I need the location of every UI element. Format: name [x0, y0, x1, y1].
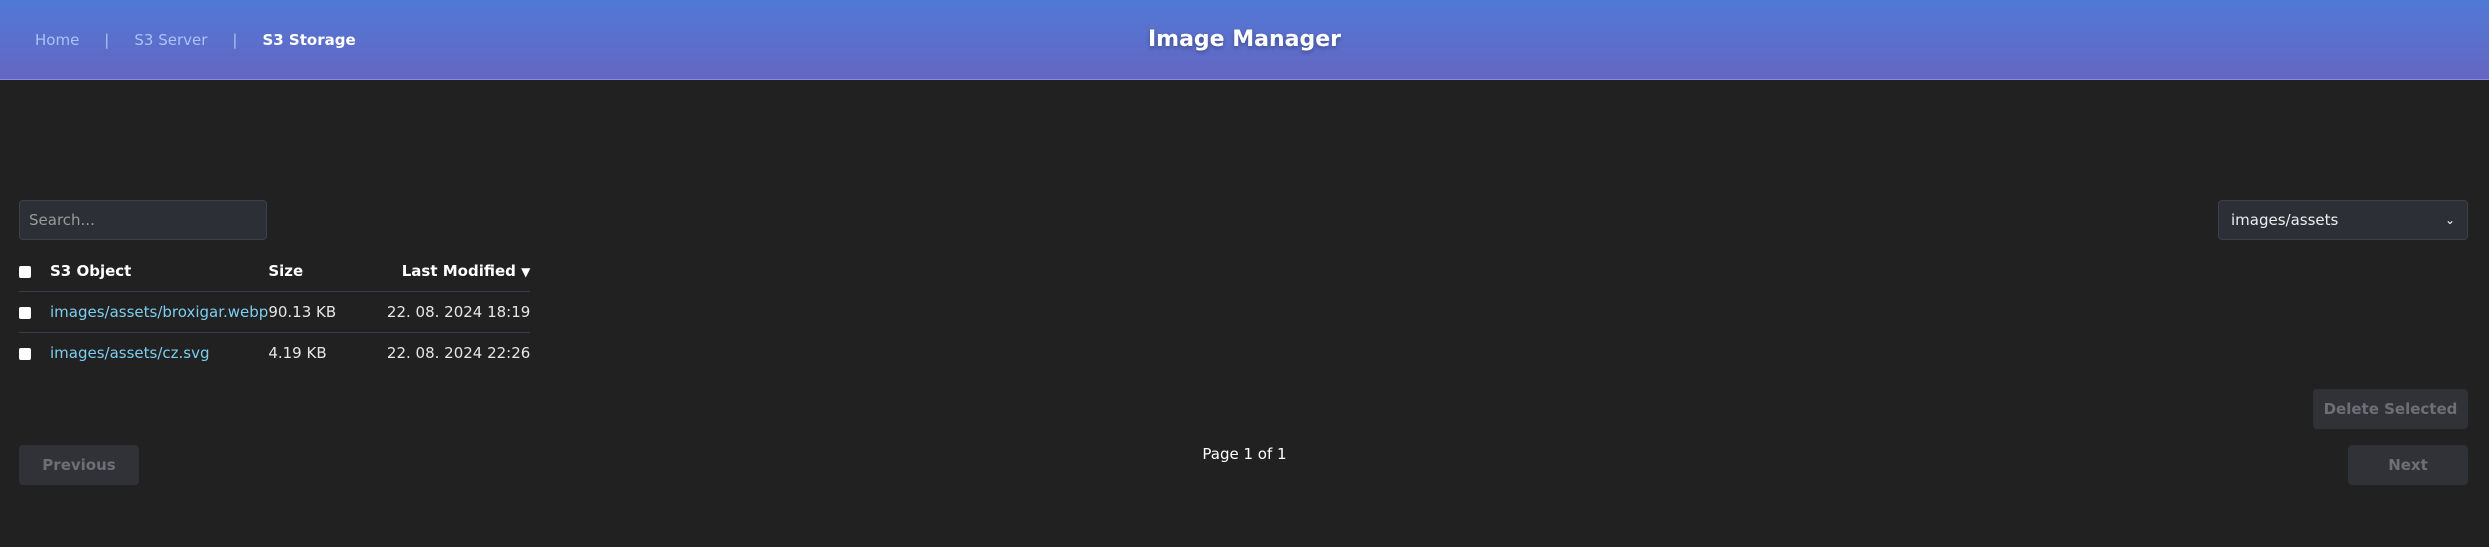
row-checkbox[interactable] — [19, 306, 31, 319]
next-button[interactable]: Next — [2348, 445, 2468, 485]
page-title: Image Manager — [1147, 27, 1342, 52]
select-all-checkbox[interactable] — [19, 265, 31, 278]
column-size[interactable]: Size — [268, 251, 365, 292]
object-link[interactable]: images/assets/cz.svg — [50, 344, 210, 362]
search-input[interactable] — [19, 200, 267, 240]
column-last-modified[interactable]: Last Modified ▼ — [365, 251, 531, 292]
object-modified: 22. 08. 2024 18:19 — [365, 291, 531, 333]
delete-selected-button[interactable]: Delete Selected — [2313, 389, 2468, 429]
column-last-modified-label: Last Modified — [401, 262, 516, 280]
folder-select[interactable]: images/assets ⌄ — [2218, 200, 2468, 240]
object-modified: 22. 08. 2024 22:26 — [365, 332, 531, 373]
page-status: Page 1 of 1 — [1202, 445, 1287, 463]
row-checkbox[interactable] — [19, 347, 31, 360]
sort-desc-icon: ▼ — [521, 265, 531, 279]
object-link[interactable]: images/assets/broxigar.webp — [50, 303, 268, 321]
table-row: images/assets/broxigar.webp 90.13 KB 22.… — [19, 291, 531, 333]
object-size: 4.19 KB — [268, 332, 366, 373]
folder-select-value: images/assets — [2231, 211, 2339, 229]
objects-table: S3 Object Size Last Modified ▼ images/as… — [19, 251, 531, 373]
header: Home | S3 Server | S3 Storage Image Mana… — [0, 0, 2489, 80]
table-header: S3 Object Size Last Modified ▼ — [19, 251, 530, 292]
chevron-down-icon: ⌄ — [2444, 213, 2455, 227]
column-object[interactable]: S3 Object — [50, 251, 268, 292]
table-row: images/assets/cz.svg 4.19 KB 22. 08. 202… — [19, 332, 531, 373]
object-size: 90.13 KB — [268, 291, 366, 333]
